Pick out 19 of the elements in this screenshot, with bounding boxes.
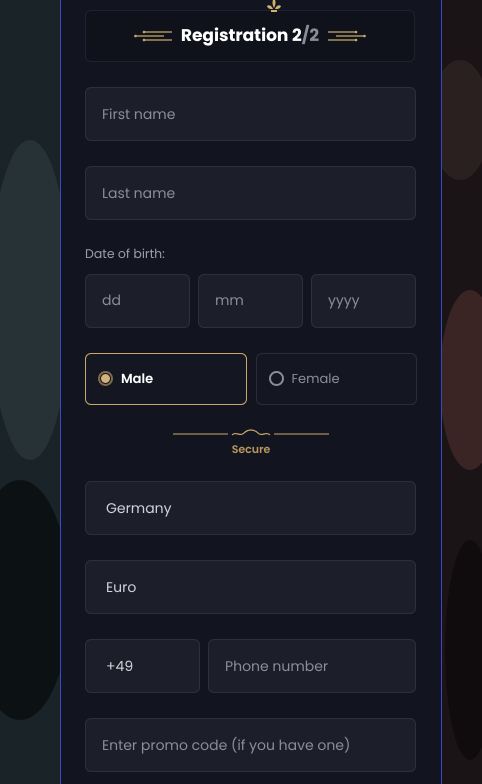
text-field[interactable]: Last name xyxy=(85,166,416,220)
date-field[interactable]: mm xyxy=(198,274,303,328)
lines-ornament-icon xyxy=(134,29,174,43)
promo-code-field[interactable]: Enter promo code (if you have one) xyxy=(85,718,416,772)
date-field[interactable]: dd xyxy=(85,274,190,328)
select-field[interactable]: Germany xyxy=(85,481,416,536)
text-field[interactable]: First name xyxy=(85,87,416,141)
country-code-field[interactable]: +49 xyxy=(85,639,200,694)
gender-option[interactable]: Female xyxy=(256,352,417,405)
field-label: Date of birth: xyxy=(85,246,166,265)
divider-label: Secure xyxy=(232,440,270,458)
fleur-de-lis-icon xyxy=(265,0,283,14)
title: Registration 2 xyxy=(180,23,302,49)
select-field[interactable]: Euro xyxy=(85,560,416,614)
lines-ornament-icon xyxy=(326,29,366,43)
gender-option[interactable]: Male xyxy=(85,352,246,405)
phone-field[interactable]: Phone number xyxy=(208,639,416,694)
step-total: /2 xyxy=(302,23,320,49)
date-field[interactable]: yyyy xyxy=(311,274,416,328)
